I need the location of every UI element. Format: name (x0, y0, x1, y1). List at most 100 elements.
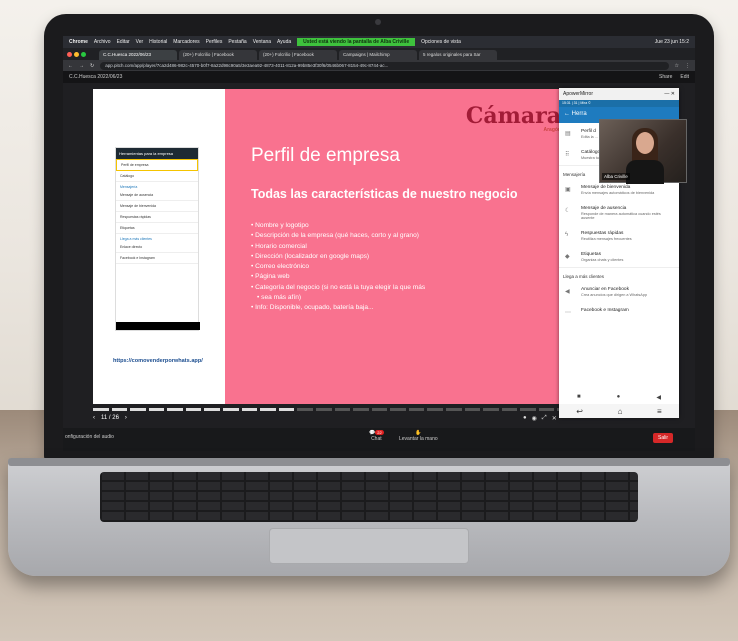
menu-icon[interactable]: ≡ (657, 407, 662, 416)
triangle-back-icon[interactable]: ◀ (656, 394, 661, 404)
bullet-item: Horario comercial (251, 242, 553, 252)
forward-icon[interactable]: → (79, 63, 84, 69)
comment-icon[interactable]: ◉ (532, 415, 537, 422)
chat-button[interactable]: 💬 22 Chat (369, 430, 384, 442)
browser-tab-mailchimp[interactable]: Campaigns | Mailchimp (339, 50, 417, 60)
minimize-window-icon[interactable] (74, 52, 79, 57)
megaphone-icon: ◀ (565, 289, 570, 295)
menu-editar[interactable]: Editar (117, 39, 130, 45)
phone-statusbar: 15:31 | 31 | Mira © (559, 100, 679, 107)
square-icon[interactable]: ■ (577, 394, 581, 404)
circle-icon[interactable]: ● (617, 394, 621, 404)
audio-config-button[interactable]: onfiguración del audio (65, 434, 114, 440)
maximize-window-icon[interactable] (81, 52, 86, 57)
whatsapp-business-mockup: Herramientas para la empresa Perfil de e… (115, 147, 200, 331)
laptop-hinge (8, 458, 730, 466)
browser-tab-facebook-1[interactable]: (20+) Folcrilio | Facebook (179, 50, 257, 60)
slide-pager: ‹ 11 / 26 › (93, 415, 127, 421)
slide-left-panel: Herramientas para la empresa Perfil de e… (93, 89, 225, 404)
leave-button[interactable]: Salir (653, 433, 674, 443)
browser-tab-regalos[interactable]: 5 regalos originales para Sar (419, 50, 497, 60)
bullet-item: Correo electrónico (251, 262, 553, 272)
fullscreen-icon[interactable]: ⤢ (542, 415, 547, 422)
close-window-icon[interactable] (67, 52, 72, 57)
participant-name: Alba Criville (602, 173, 630, 180)
phone-item: Catálogo (116, 171, 198, 182)
away-icon: ☾ (565, 208, 571, 214)
slide-progress[interactable] (93, 408, 574, 411)
slide-right-panel: Cámara Aragón Perfil de empresa Todas la… (225, 89, 573, 404)
menu-marcadores[interactable]: Marcadores (173, 39, 199, 45)
laptop-base (8, 458, 730, 576)
laptop-keyboard (100, 472, 638, 522)
menu-ver[interactable]: Ver (136, 39, 144, 45)
pointer-icon[interactable]: ● (523, 415, 527, 422)
phone-item: Respuestas rápidas (116, 212, 198, 223)
mac-menubar: Chrome Archivo Editar Ver Historial Marc… (63, 36, 695, 48)
bullet-item: Descripción de la empresa (qué haces, co… (251, 231, 553, 241)
home-icon[interactable]: ⌂ (618, 407, 623, 416)
screen-sharing-banner: Usted está viendo la pantalla de Alba Cr… (297, 38, 416, 46)
bullet-item-continuation: sea más afín) (251, 293, 553, 303)
edit-button[interactable]: Edit (680, 74, 689, 80)
url-field[interactable]: app.pitch.com/app/player/7ca2d486-982c-4… (100, 61, 669, 70)
browser-menu-icon[interactable]: ⋮ (685, 63, 690, 69)
catalog-icon: ⠿ (565, 152, 570, 158)
store-icon: ▤ (565, 131, 571, 137)
back-arrow-icon[interactable]: ← (564, 111, 570, 117)
browser-tab-facebook-2[interactable]: (20+) Folcrilio | Facebook (259, 50, 337, 60)
phone-item: Perfil de empresa (116, 159, 198, 171)
mirror-list-item[interactable]: ◆ Etiquetas Organiza chats y clientes (559, 246, 679, 267)
slide-subtitle: Todas las características de nuestro neg… (251, 187, 518, 201)
bookmark-star-icon[interactable]: ☆ (675, 63, 679, 69)
phone-section: Llega a más clientes (120, 237, 152, 241)
camara-logo: Cámara Aragón (466, 103, 561, 133)
next-slide-icon[interactable]: › (125, 415, 127, 421)
menu-ayuda[interactable]: Ayuda (277, 39, 291, 45)
menu-chrome[interactable]: Chrome (69, 39, 88, 45)
pitch-topbar: C.C.Huesca 2022/06/23 Share Edit (63, 71, 695, 83)
back-icon[interactable]: ↩ (576, 407, 583, 416)
participant-video[interactable]: Alba Criville (599, 119, 687, 184)
menu-historial[interactable]: Historial (149, 39, 167, 45)
view-options-button[interactable]: Opciones de vista (421, 39, 461, 45)
browser-tab-pitch[interactable]: C.C.Huesca 2022/06/23 (99, 50, 177, 60)
laptop-lid: Chrome Archivo Editar Ver Historial Marc… (44, 14, 714, 462)
raise-hand-label: Levantar la mano (399, 436, 438, 442)
back-icon[interactable]: ← (68, 63, 73, 69)
laptop-screen: Chrome Archivo Editar Ver Historial Marc… (63, 36, 695, 451)
browser-addressbar: ← → ↻ app.pitch.com/app/player/7ca2d486-… (63, 60, 695, 71)
menu-archivo[interactable]: Archivo (94, 39, 111, 45)
raise-hand-button[interactable]: ✋ Levantar la mano (399, 430, 438, 442)
slide-bullet-list: Nombre y logotipo Descripción de la empr… (251, 221, 553, 314)
webcam (375, 19, 381, 25)
bullet-item: Nombre y logotipo (251, 221, 553, 231)
mirror-list-item[interactable]: ◀ Anunciar en Facebook Crea anuncios que d… (559, 281, 679, 302)
share-button[interactable]: Share (659, 74, 672, 80)
close-icon[interactable]: — ✕ (664, 91, 675, 97)
reload-icon[interactable]: ↻ (90, 63, 94, 69)
mirror-list-item[interactable]: ⋯ Facebook e Instagram (559, 302, 679, 318)
bullet-item: Info: Disponible, ocupado, batería baja.… (251, 303, 553, 313)
welcome-icon: ▣ (565, 187, 571, 193)
slide-title: Perfil de empresa (251, 145, 400, 166)
close-player-icon[interactable]: ✕ (552, 415, 557, 422)
player-controls: ● ◉ ⤢ ✕ (523, 415, 557, 422)
mirror-list-item[interactable]: ☾ Mensaje de ausencia Responde de manera a… (559, 200, 679, 225)
phone-item: Etiquetas (116, 223, 198, 234)
menu-pestana[interactable]: Pestaña (228, 39, 246, 45)
menubar-clock: Jue 23 jun 15:2 (654, 39, 689, 45)
slide-link[interactable]: https://comovenderporwhats.app/ (113, 358, 203, 364)
mirror-list-item[interactable]: ϟ Respuestas rápidas Reutiliza mensajes fr… (559, 225, 679, 246)
phone-item: Mensaje de bienvenida (116, 201, 198, 212)
mirror-section-title: Llega a más clientes (559, 267, 679, 281)
logo-text: Cámara (465, 103, 561, 129)
menu-perfiles[interactable]: Perfiles (206, 39, 223, 45)
mirror-title: ApowerMirror (563, 91, 594, 97)
prev-slide-icon[interactable]: ‹ (93, 415, 95, 421)
laptop-trackpad (269, 528, 469, 564)
phone-header-title: Herra (571, 111, 587, 117)
phone-item: Mensaje de ausencia (116, 190, 198, 201)
quick-reply-icon: ϟ (565, 232, 569, 238)
menu-ventana[interactable]: Ventana (253, 39, 271, 45)
